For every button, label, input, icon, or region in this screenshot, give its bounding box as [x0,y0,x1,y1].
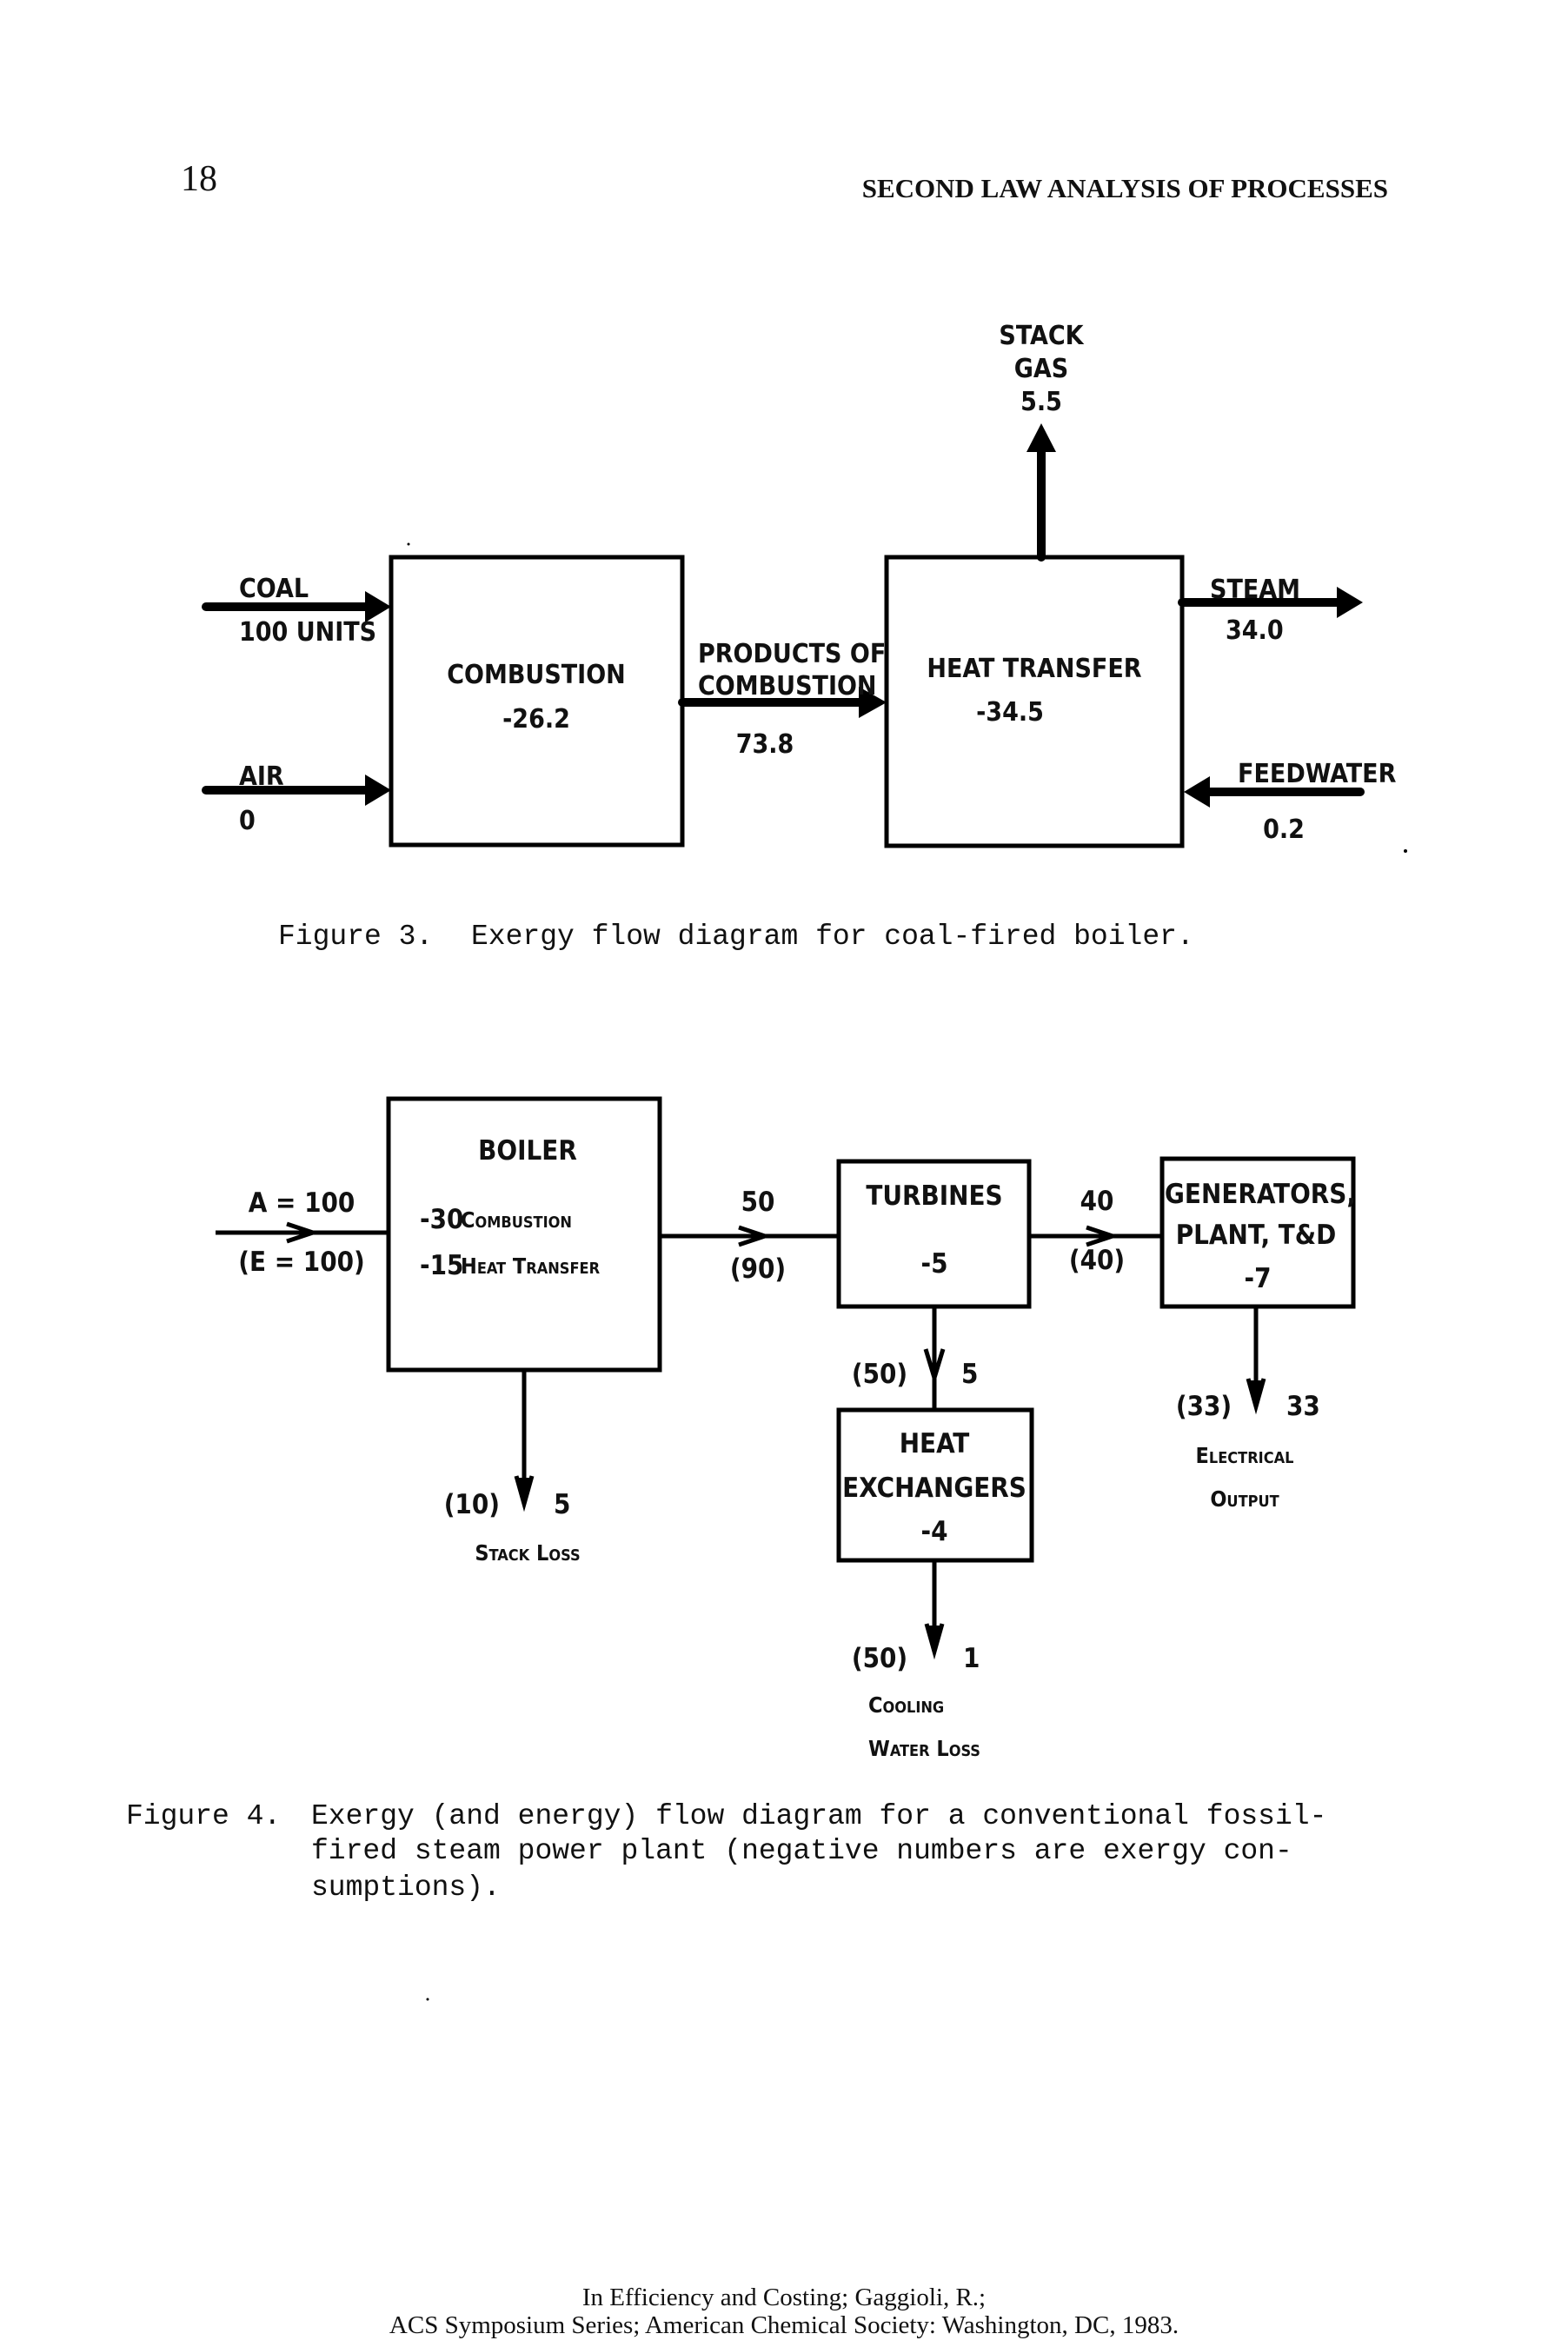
boiler-combustion-value: -30 [420,1204,463,1235]
turbines-to-hx-arrow [923,1306,946,1410]
footer-citation-line1: In Efficiency and Costing; Gaggioli, R.; [582,2284,986,2311]
turbines-to-generators-exergy: 40 [1080,1186,1114,1217]
stack-gas-label-line2: GAS [1014,354,1068,384]
electrical-output-energy: (33) [1176,1391,1232,1422]
air-arrow [202,775,391,806]
input-exergy: A = 100 [249,1187,355,1219]
heat-transfer-value: -34.5 [976,697,1044,728]
stack-gas-label-line1: STACK [999,321,1084,351]
heat-exchangers-line2: EXCHANGERS [842,1473,1027,1504]
turbines-to-generators-energy: (40) [1069,1245,1125,1276]
footer-citation-line2: ACS Symposium Series; American Chemical … [389,2311,1179,2339]
boiler-heat-transfer-value: -15 [420,1250,463,1281]
figure-4-caption-line3: sumptions). [311,1872,501,1904]
stack-gas-value: 5.5 [1020,387,1062,417]
combustion-title: COMBUSTION [447,660,626,690]
figure-3-caption-label: Figure 3. [278,921,433,953]
stray-dot [426,1998,429,2001]
stack-gas-arrow [1027,423,1056,562]
steam-label: STEAM [1210,575,1300,605]
figure-4-caption-line1: Exergy (and energy) flow diagram for a c… [311,1800,1326,1832]
coal-value: 100 UNITS [239,617,376,648]
figure-4-caption-label: Figure 4. [126,1800,281,1832]
figure-3-caption-text: Exergy flow diagram for coal-fired boile… [471,921,1194,953]
input-arrow [216,1221,389,1244]
combustion-value: -26.2 [502,704,570,735]
input-energy: (E = 100) [238,1247,365,1278]
running-title: SECOND LAW ANALYSIS OF PROCESSES [862,173,1388,203]
boiler-to-turbines-exergy: 50 [741,1187,775,1218]
electrical-output-label-line1: Electrical [1196,1443,1294,1468]
heat-transfer-title: HEAT TRANSFER [927,654,1141,684]
stack-loss-energy: (10) [444,1489,500,1520]
stack-loss-exergy: 5 [554,1489,570,1520]
cooling-water-energy: (50) [852,1643,907,1674]
cooling-water-arrow [924,1560,945,1660]
products-label-line2: COMBUSTION [698,671,877,701]
coal-label: COAL [239,574,309,604]
cooling-water-exergy: 1 [963,1643,980,1674]
turbines-to-hx-exergy: 5 [961,1359,978,1390]
boiler-to-turbines-arrow [660,1225,839,1247]
cooling-water-label-line2: Water Loss [868,1736,980,1761]
turbines-to-hx-energy: (50) [852,1359,907,1390]
stray-dot [407,542,410,546]
figure-3-diagram: COAL 100 UNITS AIR 0 COMBUSTION -26.2 PR… [202,321,1407,853]
boiler-combustion-label: Combustion [461,1207,572,1233]
products-value: 73.8 [736,729,794,760]
page-number: 18 [181,159,217,199]
stray-dot [1404,849,1407,853]
boiler-to-turbines-energy: (90) [730,1253,786,1285]
products-label-line1: PRODUCTS OF [698,639,886,669]
feedwater-value: 0.2 [1263,814,1305,845]
generators-line1: GENERATORS, [1165,1179,1356,1210]
air-label: AIR [239,761,284,792]
air-value: 0 [239,806,256,836]
electrical-output-exergy: 33 [1286,1391,1320,1422]
heat-exchangers-value: -4 [921,1516,948,1547]
heat-exchangers-line1: HEAT [900,1428,970,1459]
steam-value: 34.0 [1226,615,1284,646]
boiler-title: BOILER [478,1135,577,1167]
stack-loss-arrow [514,1370,535,1513]
boiler-heat-transfer-label: Heat Transfer [461,1253,601,1279]
feedwater-label: FEEDWATER [1238,759,1397,789]
cooling-water-label-line1: Cooling [868,1692,944,1718]
page: 18 SECOND LAW ANALYSIS OF PROCESSES COAL… [126,159,1407,2339]
generators-value: -7 [1245,1263,1272,1294]
electrical-output-label-line2: Output [1210,1486,1279,1512]
stack-loss-label: Stack Loss [475,1540,580,1566]
figure-4-caption-line2: fired steam power plant (negative number… [311,1835,1292,1867]
figure-4-diagram: BOILER -30 Combustion -15 Heat Transfer … [216,1096,1356,1761]
turbines-to-generators-arrow [1029,1225,1162,1247]
generators-line2: PLANT, T&D [1176,1220,1337,1251]
combustion-box [389,555,685,848]
turbines-value: -5 [921,1248,948,1280]
electrical-output-arrow [1246,1306,1266,1415]
turbines-title: TURBINES [866,1180,1002,1212]
